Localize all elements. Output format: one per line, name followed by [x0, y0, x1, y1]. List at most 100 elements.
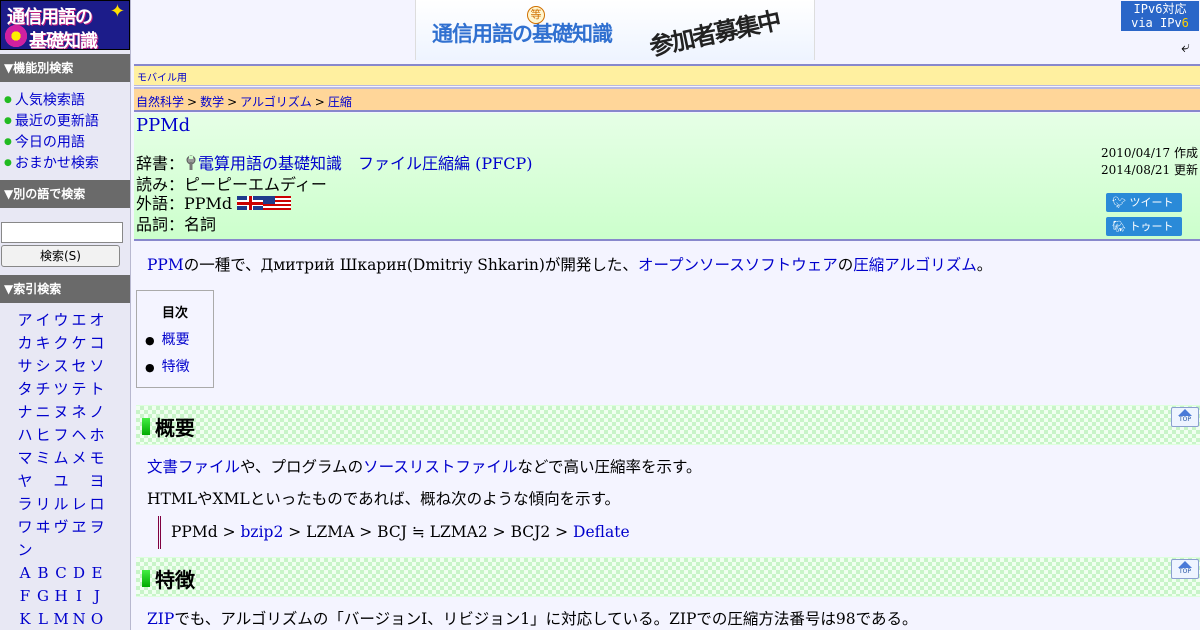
toc-item[interactable]: ● 特徴 — [145, 356, 190, 376]
breadcrumb-item[interactable]: 圧縮 — [328, 95, 352, 109]
top-label: TOP — [1178, 416, 1191, 423]
ipv6-badge[interactable]: IPv6対応 via IPv6 — [1121, 1, 1199, 31]
kana-index-link[interactable]: ト — [86, 378, 108, 401]
sidebar-item-recent-updates[interactable]: ● 最近の更新語 — [4, 111, 99, 132]
kana-row: ABCDE — [0, 562, 130, 585]
arrow-up-icon — [1178, 561, 1192, 568]
toc-title: 目次 — [161, 306, 188, 321]
bullet-icon: ● — [145, 361, 155, 374]
intro-text: 。 — [976, 256, 993, 274]
kana-index-link[interactable]: ン — [14, 539, 36, 562]
toc-link-features[interactable]: 特徴 — [162, 359, 190, 375]
breadcrumb: 自然科学 > 数学 > アルゴリズム > 圧縮 — [134, 87, 1200, 112]
overview-paragraph: 文書ファイルや、プログラムのソースリストファイルなどで高い圧縮率を示す。 — [147, 455, 701, 477]
document-file-link[interactable]: 文書ファイル — [147, 458, 240, 476]
uk-flag-icon — [237, 196, 264, 210]
source-list-file-link[interactable]: ソースリストファイル — [363, 458, 517, 476]
heading-marker-icon — [142, 570, 150, 587]
toc-item[interactable]: ● 概要 — [145, 329, 190, 349]
twitter-bird-icon: 🐦︎ — [1112, 196, 1126, 209]
search-button[interactable]: 検索(S) — [1, 245, 120, 267]
logo-text-line2: 基礎知識 — [29, 31, 98, 50]
zip-link[interactable]: ZIP — [147, 610, 174, 628]
search-input[interactable] — [1, 222, 123, 243]
star-icon: ✦ — [109, 1, 125, 22]
overview-text: などで高い圧縮率を示す。 — [517, 458, 702, 476]
kana-index-link[interactable]: ホ — [86, 424, 108, 447]
updated-date: 2014/08/21 更新 — [1101, 163, 1198, 177]
kana-row: ン — [0, 539, 130, 562]
bzip2-link[interactable]: bzip2 — [241, 523, 284, 541]
ppm-link[interactable]: PPM — [147, 256, 184, 274]
other-word-search-heading[interactable]: ▼別の語で検索 — [0, 180, 130, 208]
intro-paragraph: PPMの一種で、Дмитрий Шкарин(Dmitriy Shkarin)が… — [147, 253, 992, 275]
sidebar-item-label[interactable]: 人気検索語 — [15, 93, 85, 109]
bullet-icon: ● — [145, 334, 155, 347]
feature-search-heading[interactable]: ▼機能別検索 — [0, 54, 130, 82]
ipv6-badge-suffix: 6 — [1181, 16, 1189, 30]
kana-index-link[interactable]: ヨ — [86, 470, 108, 493]
feature-search-list: ● 人気検索語 ● 最近の更新語 ● 今日の用語 ● おまかせ検索 — [4, 90, 99, 174]
deflate-link[interactable]: Deflate — [573, 523, 630, 541]
toc-link-overview[interactable]: 概要 — [162, 332, 190, 348]
sidebar-item-label[interactable]: 最近の更新語 — [15, 114, 99, 130]
section-heading-features: 特徴 TOP — [136, 557, 1200, 597]
sidebar-item-label[interactable]: 今日の用語 — [15, 135, 85, 151]
kana-index-link[interactable]: ノ — [86, 401, 108, 424]
banner-seal: 等 — [527, 6, 545, 24]
breadcrumb-item[interactable]: 自然科学 — [136, 95, 184, 109]
kana-row: ラリルレロ — [0, 493, 130, 516]
kana-row: サシスセソ — [0, 355, 130, 378]
kana-index-link[interactable]: ヲ — [86, 516, 108, 539]
back-to-top-button[interactable]: TOP — [1171, 559, 1199, 579]
kana-row: KLMNO — [0, 608, 130, 630]
section-title: 特徴 — [155, 568, 195, 592]
kana-index-link[interactable]: オ — [86, 309, 108, 332]
overview-text: や、プログラムの — [240, 458, 364, 476]
mobile-link[interactable]: モバイル用 — [137, 73, 187, 84]
sidebar-item-random[interactable]: ● おまかせ検索 — [4, 153, 99, 174]
heading-marker-icon — [142, 418, 150, 435]
overview-paragraph-2: HTMLやXMLといったものであれば、概ね次のような傾向を示す。 — [147, 490, 621, 508]
ranking-text: PPMd > — [171, 523, 241, 541]
kana-index-link[interactable]: J — [86, 585, 108, 608]
intro-text: の一種で、Дмитрий Шкарин(Dmitriy Shkarin)が開発し… — [183, 256, 638, 274]
sidebar-item-popular[interactable]: ● 人気検索語 — [4, 90, 99, 111]
kana-index-link[interactable]: ヤ — [14, 470, 36, 493]
ranking-text: > LZMA > BCJ ≒ LZMA2 > BCJ2 > — [283, 523, 574, 541]
sidebar-item-today[interactable]: ● 今日の用語 — [4, 132, 99, 153]
bullet-icon: ● — [4, 158, 12, 168]
recruit-banner[interactable]: 通信用語の基礎知識 等 参加者募集中 — [415, 0, 815, 60]
breadcrumb-item[interactable]: 数学 — [200, 95, 224, 109]
kana-index-link[interactable]: コ — [86, 332, 108, 355]
breadcrumb-item[interactable]: アルゴリズム — [240, 95, 312, 109]
main-content: PPMの一種で、Дмитрий Шкарин(Dmitriy Shkarin)が… — [134, 243, 1200, 630]
kana-index-link[interactable]: O — [86, 608, 108, 630]
ipv6-badge-line1: IPv6対応 — [1133, 2, 1187, 16]
index-search-heading[interactable]: ▼索引検索 — [0, 275, 130, 303]
compression-algorithm-link[interactable]: 圧縮アルゴリズム — [853, 256, 977, 274]
logo-text-line1: 通信用語の — [7, 7, 93, 28]
section-heading-overview: 概要 TOP — [136, 405, 1200, 445]
kana-index-link[interactable]: ユ — [50, 470, 72, 493]
kana-index-link[interactable]: ロ — [86, 493, 108, 516]
kana-index-link[interactable]: E — [86, 562, 108, 585]
kana-index-link[interactable]: モ — [86, 447, 108, 470]
toot-button[interactable]: 🐘︎ トゥート — [1106, 217, 1182, 236]
tweet-button[interactable]: 🐦︎ ツイート — [1106, 193, 1182, 212]
site-logo[interactable]: ✦ 通信用語の 基礎知識 — [0, 0, 130, 50]
kana-index-link[interactable]: ソ — [86, 355, 108, 378]
breadcrumb-separator: > — [227, 95, 238, 109]
kana-row: アイウエオ — [0, 309, 130, 332]
features-paragraph: ZIPでも、アルゴリズムの「バージョンⅠ、リビジョン1」に対応している。ZIPで… — [147, 607, 918, 629]
sidebar-item-label[interactable]: おまかせ検索 — [15, 156, 99, 172]
mobile-bar: モバイル用 — [134, 64, 1200, 86]
table-of-contents: 目次 ● 概要 ● 特徴 — [136, 290, 214, 388]
open-source-software-link[interactable]: オープンソースソフトウェア — [638, 256, 838, 274]
bullet-icon: ● — [4, 95, 12, 105]
mastodon-elephant-icon: 🐘︎ — [1112, 220, 1126, 233]
kana-row: FGHIJ — [0, 585, 130, 608]
return-icon[interactable]: ⤶ — [1181, 37, 1190, 57]
entry-dates: 2010/04/17 作成 2014/08/21 更新 — [1101, 145, 1198, 179]
back-to-top-button[interactable]: TOP — [1171, 407, 1199, 427]
